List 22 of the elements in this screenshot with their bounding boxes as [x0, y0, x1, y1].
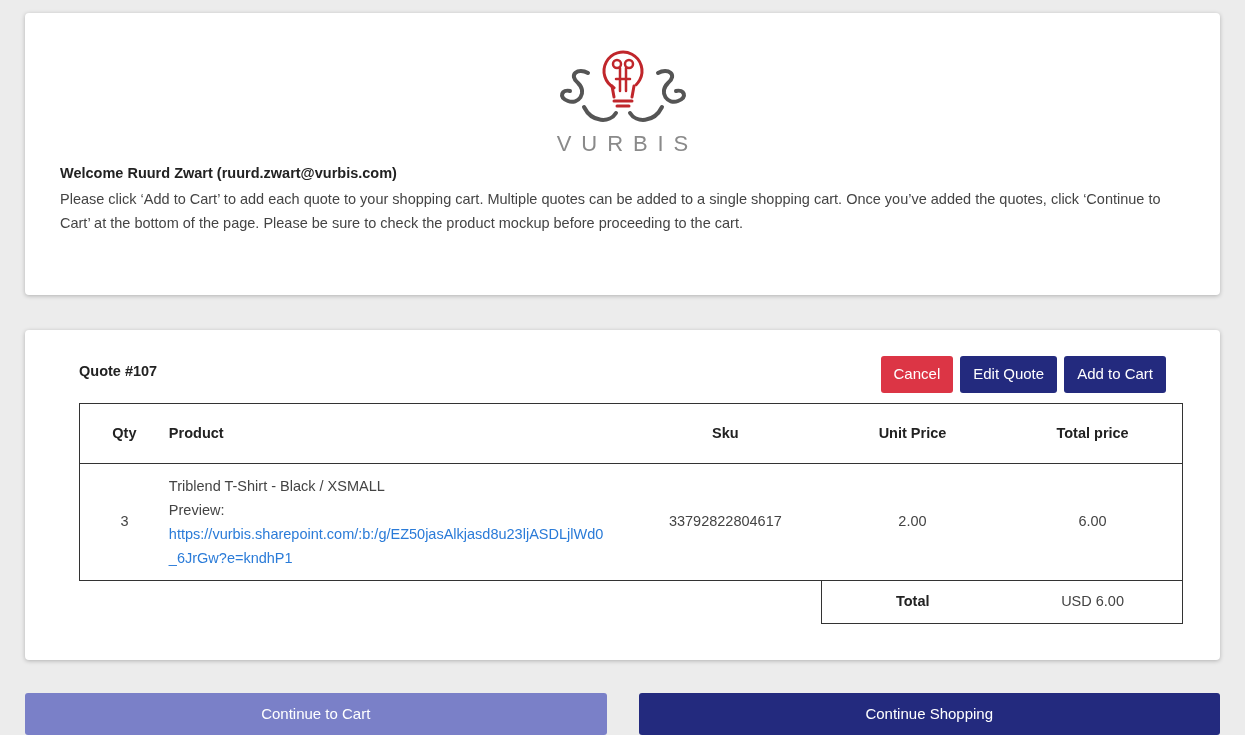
footer-button[interactable]: Continue Shopping: [638, 693, 1220, 735]
action-button[interactable]: Cancel: [880, 356, 954, 393]
instructions-text: Please click ‘Add to Cart’ to add each quote to your shopping cart. Multiple quotes can be added to a single shopping cart. Once you’ve added the quotes, click ‘Continue to Cart’ at the bottom of the page. Please be sure to check the product mockup before proceeding to the cart.: [60, 189, 1162, 233]
table-cell: 6.00: [1078, 513, 1107, 530]
table-cell: 3: [120, 513, 129, 530]
total-label: Total: [895, 593, 930, 610]
logo-text: VURBIS: [555, 133, 699, 155]
quote-title: Quote #107: [79, 362, 158, 382]
welcome-heading: Welcome Ruurd Zwart (ruurd.zwart@vurbis.com): [60, 164, 398, 183]
table-cell: 2.00: [898, 513, 927, 530]
preview-label: Preview:: [168, 501, 226, 520]
action-button[interactable]: Edit Quote: [960, 356, 1058, 393]
preview-link[interactable]: https://vurbis.sharepoint.com/:b:/g/EZ50jasAlkjasd8u23ljASDLjlWd0_6JrGw?e=kndhP1: [168, 522, 609, 570]
column-header: Qty: [112, 424, 137, 441]
column-header: Unit Price: [878, 424, 947, 441]
table-cell: 33792822804617: [668, 513, 782, 530]
column-header: Product: [168, 424, 224, 441]
action-button[interactable]: Add to Cart: [1064, 356, 1166, 393]
product-name: Triblend T-Shirt - Black / XSMALL: [168, 477, 386, 496]
column-header: Total price: [1056, 424, 1129, 441]
column-header: Sku: [712, 424, 739, 441]
total-value: USD 6.00: [1061, 593, 1124, 610]
